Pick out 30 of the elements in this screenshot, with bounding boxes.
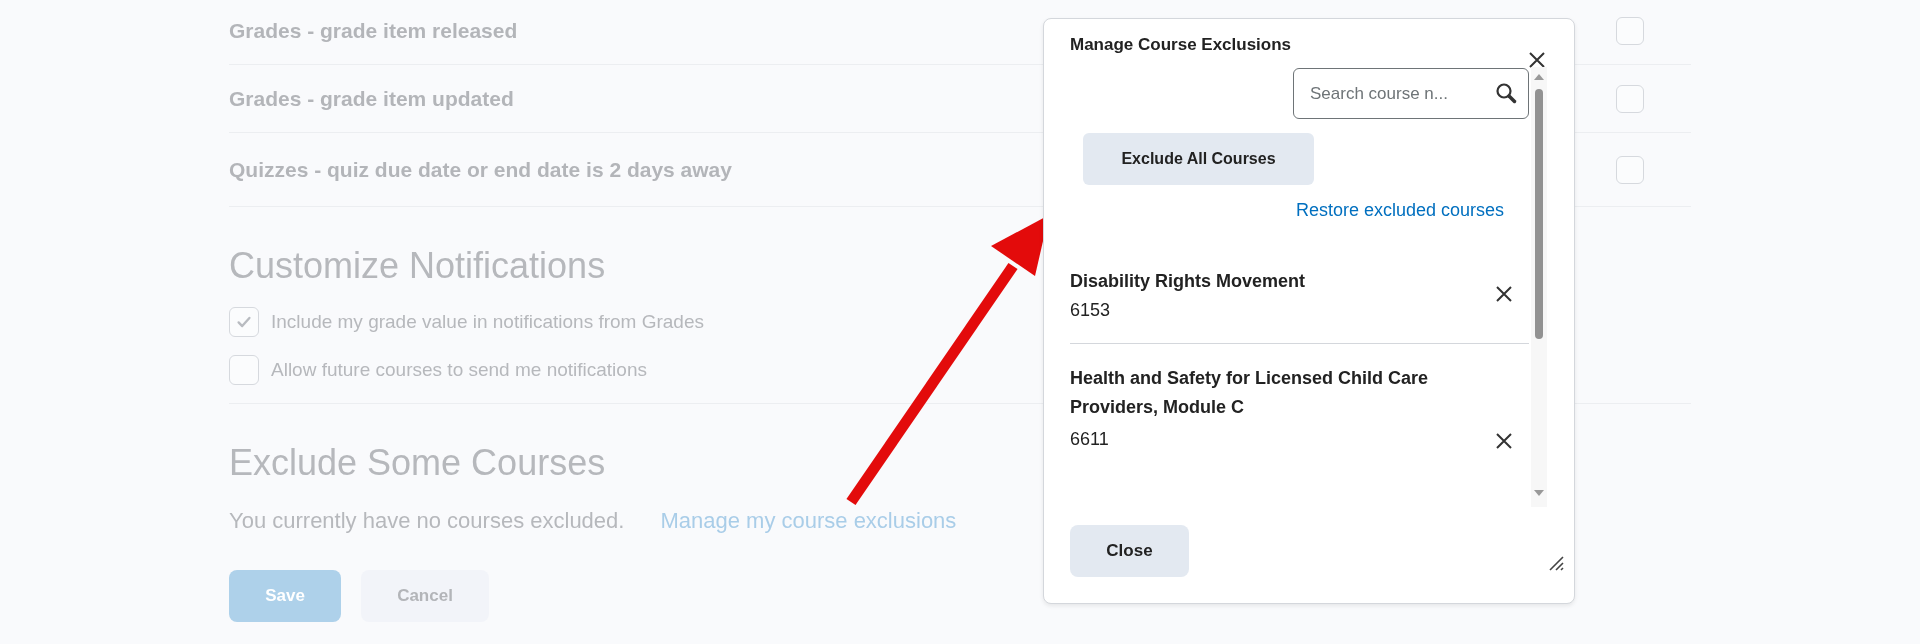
checkbox[interactable]	[1616, 84, 1644, 113]
status-text: You currently have no courses excluded.	[229, 508, 625, 534]
course-name: Disability Rights Movement	[1070, 270, 1306, 293]
restore-link[interactable]: Restore excluded courses	[1295, 200, 1504, 221]
course-code: 6611	[1070, 429, 1110, 450]
scroll-up-icon[interactable]	[1533, 73, 1545, 81]
remove-icon[interactable]	[1495, 432, 1513, 450]
checkbox[interactable]	[1616, 17, 1644, 45]
course-code: 6153	[1070, 300, 1112, 321]
close-button[interactable]: Close	[1070, 525, 1189, 577]
exclude-all-button[interactable]: Exclude All Courses	[1083, 133, 1314, 185]
checkbox-label: Include my grade value in notifications from Grades	[271, 311, 704, 333]
checkbox[interactable]	[229, 307, 259, 337]
close-icon[interactable]	[1528, 51, 1546, 69]
checkbox[interactable]	[1616, 155, 1644, 184]
notification-label: Grades - grade item updated	[229, 86, 514, 111]
scroll-down-icon[interactable]	[1533, 489, 1545, 497]
section-heading: Customize Notifications	[229, 245, 606, 287]
scrollbar[interactable]	[1531, 67, 1547, 507]
dialog-title: Manage Course Exclusions	[1070, 35, 1292, 55]
search-icon	[1495, 82, 1517, 104]
checkbox-label: Allow future courses to send me notifications	[271, 359, 647, 381]
remove-icon[interactable]	[1495, 285, 1513, 303]
notification-label: Grades - grade item released	[229, 19, 518, 43]
course-name: Health and Safety for Licensed Child Care Providers, Module C	[1070, 367, 1430, 419]
resize-handle-icon[interactable]	[1548, 555, 1564, 571]
section-heading: Exclude Some Courses	[229, 442, 606, 484]
notification-label: Quizzes - quiz due date or end date is 2 days away	[229, 157, 732, 182]
checkbox[interactable]	[229, 355, 259, 385]
search-field[interactable]: Search course n...	[1293, 68, 1529, 119]
